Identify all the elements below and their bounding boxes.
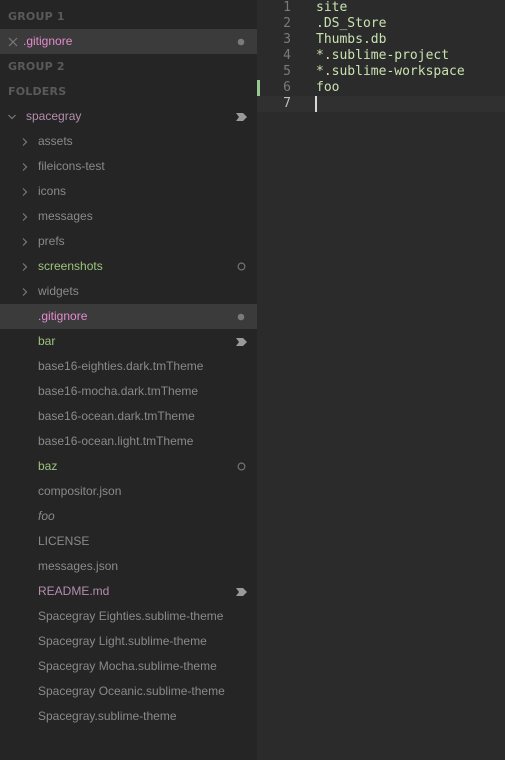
line-number: 3 xyxy=(283,32,291,47)
line-number: 6 xyxy=(283,80,291,95)
file-spacegray-light[interactable]: Spacegray Light.sublime-theme xyxy=(0,629,257,654)
folder-label: messages xyxy=(38,209,93,223)
folder-label: icons xyxy=(38,184,67,198)
folder-widgets[interactable]: widgets xyxy=(0,279,257,304)
staged-tag-icon xyxy=(235,104,247,129)
code-line[interactable]: 4 *.sublime-project xyxy=(257,48,505,64)
code-line[interactable]: 2 .DS_Store xyxy=(257,16,505,32)
code-line[interactable]: 5 *.sublime-workspace xyxy=(257,64,505,80)
untracked-circle-icon xyxy=(235,454,247,479)
file-label: base16-ocean.dark.tmTheme xyxy=(38,409,195,423)
line-number: 5 xyxy=(283,64,291,79)
file-label: base16-mocha.dark.tmTheme xyxy=(38,384,199,398)
staged-tag-icon xyxy=(235,329,247,354)
line-text[interactable]: *.sublime-workspace xyxy=(316,64,465,80)
file-baz[interactable]: baz xyxy=(0,454,257,479)
code-line[interactable]: 1 site xyxy=(257,0,505,16)
file-label: Spacegray Eighties.sublime-theme xyxy=(38,609,224,623)
file-compositor-json[interactable]: compositor.json xyxy=(0,479,257,504)
folder-fileicons-test[interactable]: fileicons-test xyxy=(0,154,257,179)
file-bar[interactable]: bar xyxy=(0,329,257,354)
folder-label: widgets xyxy=(38,284,79,298)
file-label: Spacegray Mocha.sublime-theme xyxy=(38,659,217,673)
line-text[interactable]: foo xyxy=(316,80,339,96)
line-number: 7 xyxy=(283,96,291,111)
editor-pane[interactable]: 1 site 2 .DS_Store 3 Thumbs.db 4 *.subli… xyxy=(257,0,505,760)
close-icon[interactable] xyxy=(7,29,19,54)
sublime-window: GROUP 1 .gitignore GROUP 2 FOLDERS space… xyxy=(0,0,505,760)
folder-icons[interactable]: icons xyxy=(0,179,257,204)
folder-label: assets xyxy=(38,134,73,148)
file-spacegray-eighties[interactable]: Spacegray Eighties.sublime-theme xyxy=(0,604,257,629)
folder-label: screenshots xyxy=(38,259,103,273)
chevron-right-icon[interactable] xyxy=(20,229,30,254)
line-text[interactable]: *.sublime-project xyxy=(316,48,449,64)
folder-label: prefs xyxy=(38,234,65,248)
group-2-header: GROUP 2 xyxy=(8,60,65,73)
file-label: LICENSE xyxy=(38,534,90,548)
code-line[interactable]: 6 foo xyxy=(257,80,505,96)
file-base16-ocean-light[interactable]: base16-ocean.light.tmTheme xyxy=(0,429,257,454)
file-label: bar xyxy=(38,334,56,348)
line-number: 2 xyxy=(283,16,291,31)
file-base16-ocean-dark[interactable]: base16-ocean.dark.tmTheme xyxy=(0,404,257,429)
file-foo[interactable]: foo xyxy=(0,504,257,529)
line-number: 1 xyxy=(283,0,291,15)
file-label: baz xyxy=(38,459,58,473)
chevron-down-icon[interactable] xyxy=(7,104,17,129)
line-text[interactable]: site xyxy=(316,0,347,16)
file-messages-json[interactable]: messages.json xyxy=(0,554,257,579)
file-label: base16-ocean.light.tmTheme xyxy=(38,434,194,448)
folder-spacegray[interactable]: spacegray xyxy=(0,104,257,129)
file-label: .gitignore xyxy=(38,309,88,323)
folder-prefs[interactable]: prefs xyxy=(0,229,257,254)
open-file-label: .gitignore xyxy=(23,34,73,48)
chevron-right-icon[interactable] xyxy=(20,154,30,179)
file-label: README.md xyxy=(38,584,110,598)
line-text[interactable]: .DS_Store xyxy=(316,16,386,32)
file-base16-mocha[interactable]: base16-mocha.dark.tmTheme xyxy=(0,379,257,404)
file-readme[interactable]: README.md xyxy=(0,579,257,604)
staged-tag-icon xyxy=(235,579,247,604)
folder-screenshots[interactable]: screenshots xyxy=(0,254,257,279)
untracked-circle-icon xyxy=(235,254,247,279)
chevron-right-icon[interactable] xyxy=(20,254,30,279)
file-license[interactable]: LICENSE xyxy=(0,529,257,554)
chevron-right-icon[interactable] xyxy=(20,204,30,229)
group-1-header: GROUP 1 xyxy=(8,10,65,23)
file-spacegray-mocha[interactable]: Spacegray Mocha.sublime-theme xyxy=(0,654,257,679)
file-label: compositor.json xyxy=(38,484,122,498)
file-gitignore[interactable]: .gitignore xyxy=(0,304,257,329)
file-label: foo xyxy=(38,509,55,523)
file-label: Spacegray Oceanic.sublime-theme xyxy=(38,684,225,698)
folders-header: FOLDERS xyxy=(8,85,67,98)
line-number: 4 xyxy=(283,48,291,63)
file-label: Spacegray Light.sublime-theme xyxy=(38,634,207,648)
chevron-right-icon[interactable] xyxy=(20,279,30,304)
code-line[interactable]: 3 Thumbs.db xyxy=(257,32,505,48)
folder-label: spacegray xyxy=(26,109,82,123)
file-label: messages.json xyxy=(38,559,119,573)
chevron-right-icon[interactable] xyxy=(20,129,30,154)
sidebar: GROUP 1 .gitignore GROUP 2 FOLDERS space… xyxy=(0,0,257,760)
folder-assets[interactable]: assets xyxy=(0,129,257,154)
file-spacegray-theme[interactable]: Spacegray.sublime-theme xyxy=(0,704,257,729)
line-text[interactable]: Thumbs.db xyxy=(316,32,386,48)
modified-dot-icon xyxy=(235,304,247,329)
file-label: Spacegray.sublime-theme xyxy=(38,709,177,723)
file-label: base16-eighties.dark.tmTheme xyxy=(38,359,204,373)
open-file-gitignore[interactable]: .gitignore xyxy=(0,29,257,54)
current-code-line[interactable]: 7 xyxy=(257,96,505,112)
folder-label: fileicons-test xyxy=(38,159,105,173)
text-cursor xyxy=(315,96,317,112)
file-spacegray-oceanic[interactable]: Spacegray Oceanic.sublime-theme xyxy=(0,679,257,704)
modified-dot-icon xyxy=(235,29,247,54)
folder-messages[interactable]: messages xyxy=(0,204,257,229)
chevron-right-icon[interactable] xyxy=(20,179,30,204)
file-base16-eighties[interactable]: base16-eighties.dark.tmTheme xyxy=(0,354,257,379)
